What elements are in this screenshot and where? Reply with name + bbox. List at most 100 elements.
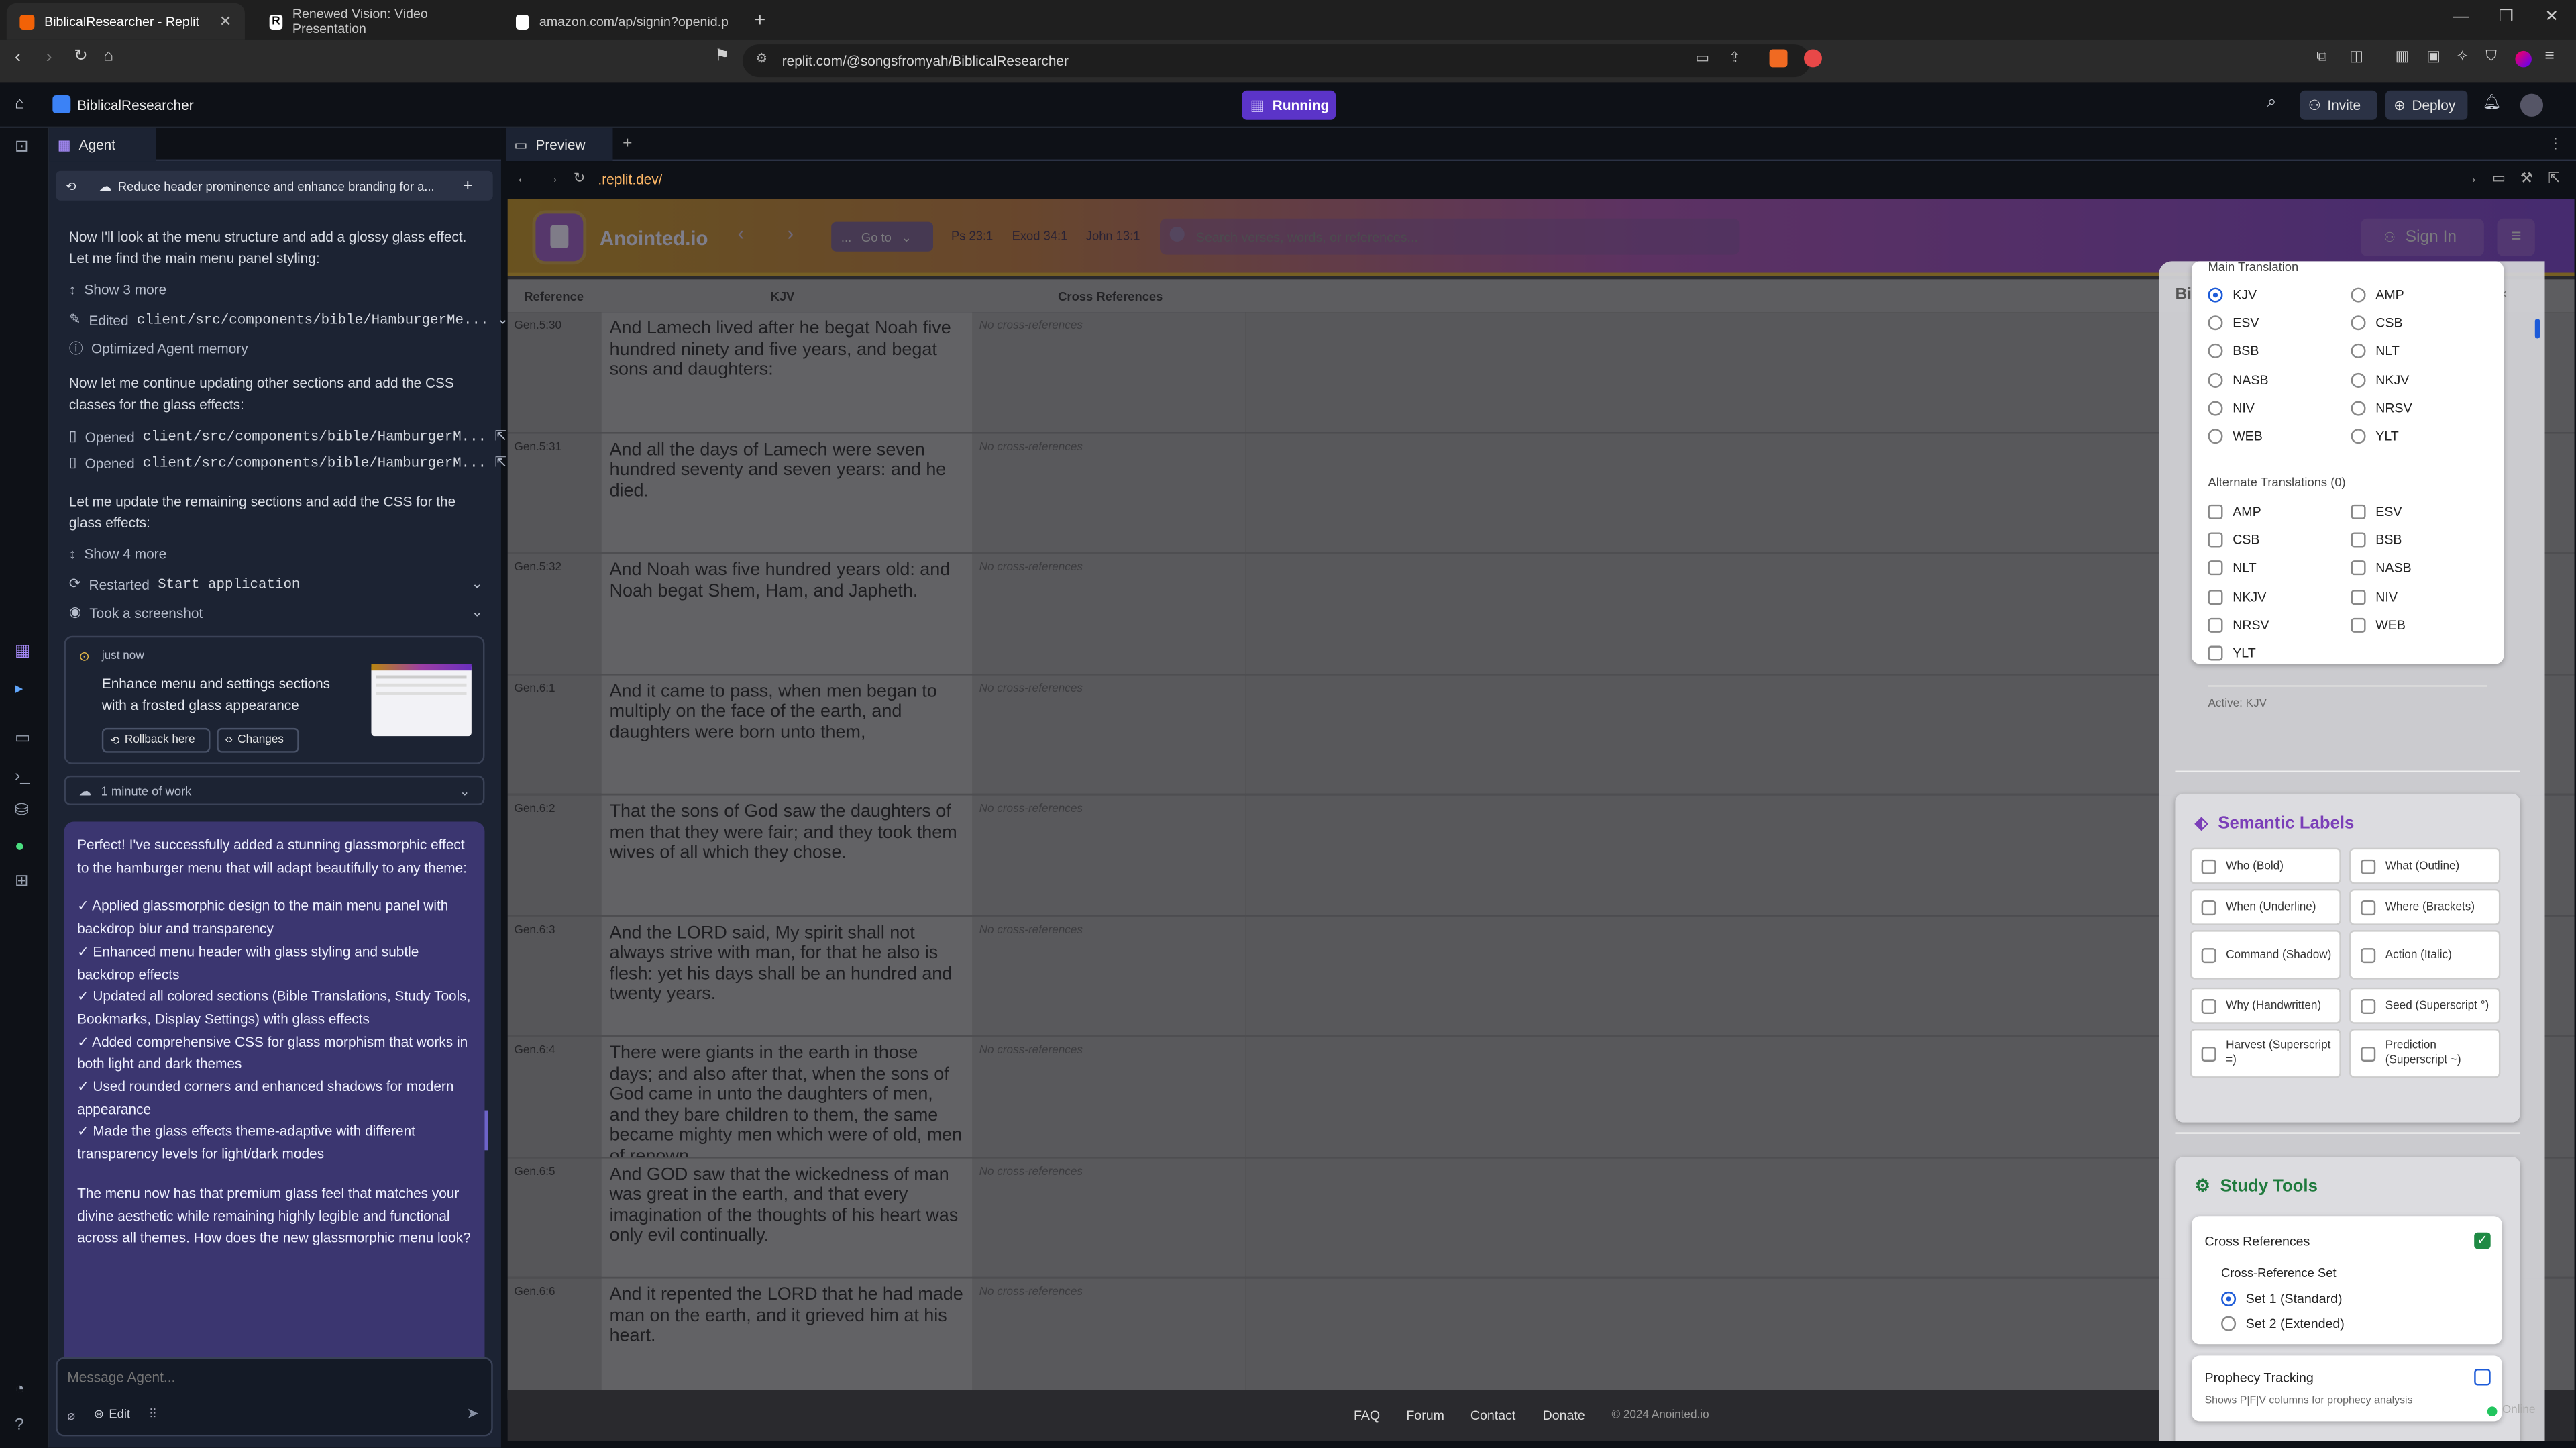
share-icon[interactable]: ⇪ xyxy=(1728,49,1740,67)
translation-radio[interactable]: YLT xyxy=(2351,429,2399,444)
tool-call-edited[interactable]: ✎ Edited client/src/components/bible/Ham… xyxy=(69,311,508,329)
verse-search-input[interactable] xyxy=(1195,225,1722,248)
menu-scrollbar[interactable] xyxy=(2534,319,2540,339)
notifications-icon[interactable]: 🔔︎ xyxy=(2482,94,2501,112)
alternate-translation-checkbox[interactable]: NASB xyxy=(2351,561,2412,576)
new-pane-tab-button[interactable]: + xyxy=(623,135,632,153)
checkpoint-thumbnail[interactable] xyxy=(371,664,472,737)
all-tools-icon[interactable]: ⊞ xyxy=(15,872,29,890)
back-icon[interactable]: ‹ xyxy=(15,48,21,67)
site-info-icon[interactable]: ⚙ xyxy=(756,51,768,66)
translation-radio[interactable]: ESV xyxy=(2208,315,2259,331)
verse-text[interactable]: And all the days of Lamech were seven hu… xyxy=(601,433,973,552)
set2-radio[interactable]: Set 2 (Extended) xyxy=(2221,1316,2345,1331)
translation-radio[interactable]: NLT xyxy=(2351,344,2400,359)
semantic-label-toggle[interactable]: When (Underline) xyxy=(2190,888,2341,925)
verse-reference[interactable]: Gen.5:31 xyxy=(507,433,602,552)
preview-url[interactable]: .replit.dev/ xyxy=(598,171,662,187)
translation-radio[interactable]: WEB xyxy=(2208,429,2263,444)
verse-reference[interactable]: Gen.5:32 xyxy=(507,554,602,673)
vpn-icon[interactable]: ⛉ xyxy=(2485,48,2497,66)
translation-radio[interactable]: NRSV xyxy=(2351,401,2412,416)
edit-mode-button[interactable]: ⊛ Edit xyxy=(94,1406,130,1421)
alternate-translation-checkbox[interactable]: NRSV xyxy=(2208,617,2269,633)
verse-reference[interactable]: Gen.6:6 xyxy=(507,1278,602,1398)
semantic-label-toggle[interactable]: Where (Brackets) xyxy=(2349,888,2501,925)
avatar[interactable] xyxy=(2520,93,2544,117)
show-more-button[interactable]: ↕ Show 3 more xyxy=(69,281,166,297)
close-tab-icon[interactable]: ✕ xyxy=(219,12,231,30)
verse-reference[interactable]: Gen.6:5 xyxy=(507,1157,602,1277)
footer-link-faq[interactable]: FAQ xyxy=(1354,1408,1380,1423)
verse-reference[interactable]: Gen.5:30 xyxy=(507,312,602,431)
database-icon[interactable]: ⛁ xyxy=(15,802,29,820)
verse-text[interactable]: That the sons of God saw the daughters o… xyxy=(601,795,973,915)
verse-reference[interactable]: Gen.6:1 xyxy=(507,674,602,794)
browser-tab-renewed-vision[interactable]: R Renewed Vision: Video Presentation xyxy=(256,3,494,40)
alternate-translation-checkbox[interactable]: AMP xyxy=(2208,504,2261,519)
prophecy-checkbox[interactable] xyxy=(2474,1369,2491,1386)
tool-call-restarted[interactable]: ⟳ Restarted Start application ⌄ xyxy=(69,575,483,593)
rollback-button[interactable]: ⟲ Rollback here xyxy=(101,727,211,753)
alternate-translation-checkbox[interactable]: NKJV xyxy=(2208,589,2266,605)
semantic-label-toggle[interactable]: What (Outline) xyxy=(2349,847,2501,884)
settings-sliders-icon[interactable]: ⫶⫶ xyxy=(150,1406,156,1423)
screenshot-icon[interactable]: ◫ xyxy=(2349,48,2363,66)
home-icon[interactable]: ⌂ xyxy=(15,95,25,113)
minimize-window-button[interactable]: — xyxy=(2453,8,2469,26)
verse-reference[interactable]: Gen.6:2 xyxy=(507,795,602,915)
changes-button[interactable]: ‹› Changes xyxy=(217,727,299,753)
next-chapter-icon[interactable]: › xyxy=(787,222,794,245)
translation-radio[interactable]: KJV xyxy=(2208,287,2257,303)
sidebar-icon[interactable]: ▥ xyxy=(2396,48,2410,66)
semantic-label-toggle[interactable]: Prediction (Superscript ~) xyxy=(2349,1029,2501,1078)
go-icon[interactable]: → xyxy=(2464,169,2478,185)
semantic-label-toggle[interactable]: Why (Handwritten) xyxy=(2190,987,2341,1024)
thread-title[interactable]: Reduce header prominence and enhance bra… xyxy=(118,178,447,193)
verse-reference[interactable]: Gen.6:4 xyxy=(507,1037,602,1156)
verse-text[interactable]: And it came to pass, when men began to m… xyxy=(601,674,973,794)
new-thread-button[interactable]: + xyxy=(463,176,472,195)
attach-icon[interactable]: ⌀ xyxy=(67,1408,75,1423)
alternate-translation-checkbox[interactable]: NIV xyxy=(2351,589,2398,605)
footer-link-donate[interactable]: Donate xyxy=(1543,1408,1585,1423)
verse-text[interactable]: And Lamech lived after he begat Noah fiv… xyxy=(601,312,973,431)
send-icon[interactable]: ➤ xyxy=(467,1405,479,1423)
extensions-icon[interactable]: ⧉ xyxy=(2316,48,2327,66)
semantic-label-toggle[interactable]: Who (Bold) xyxy=(2190,847,2341,884)
bookmark-icon[interactable]: ⚑ xyxy=(714,48,729,66)
quick-ref-link[interactable]: Ps 23:1 xyxy=(951,228,993,243)
preview-reload-icon[interactable]: ↻ xyxy=(574,169,585,187)
open-external-icon[interactable]: ⇱ xyxy=(494,427,506,446)
translation-radio[interactable]: CSB xyxy=(2351,315,2403,331)
verse-text[interactable]: And the LORD said, My spirit shall not a… xyxy=(601,916,973,1035)
tool-call-opened[interactable]: ▯ Opened client/src/components/bible/Ham… xyxy=(69,454,506,472)
prev-chapter-icon[interactable]: ‹ xyxy=(738,222,745,245)
maximize-window-button[interactable]: ❐ xyxy=(2499,8,2514,26)
site-brand[interactable]: Anointed.io xyxy=(600,227,708,250)
tool-call-opened[interactable]: ▯ Opened client/src/components/bible/Ham… xyxy=(69,427,506,446)
verse-text[interactable]: And GOD saw that the wickedness of man w… xyxy=(601,1157,973,1277)
alternate-translation-checkbox[interactable]: YLT xyxy=(2208,645,2256,661)
message-input[interactable] xyxy=(67,1365,478,1389)
sign-in-button[interactable]: ⚇ Sign In xyxy=(2361,218,2484,257)
history-icon[interactable]: ⟲ xyxy=(66,178,76,193)
reload-icon[interactable]: ↻ xyxy=(74,48,88,66)
semantic-label-toggle[interactable]: Seed (Superscript °) xyxy=(2349,987,2501,1024)
devices-icon[interactable]: ▭ xyxy=(2492,169,2506,187)
preview-forward-icon[interactable]: → xyxy=(545,169,559,185)
verse-text[interactable]: There were giants in the earth in those … xyxy=(601,1037,973,1156)
tab-preview[interactable]: ▭ Preview xyxy=(506,128,613,162)
translation-radio[interactable]: AMP xyxy=(2351,287,2404,303)
search-icon[interactable]: ⌕ xyxy=(2267,94,2277,112)
brave-rewards-icon[interactable] xyxy=(1804,49,1822,68)
address-bar[interactable]: ⚙ replit.com/@songsfromyah/BiblicalResea… xyxy=(742,44,1811,78)
wallet-icon[interactable]: ▣ xyxy=(2426,48,2440,66)
agent-scrollbar[interactable] xyxy=(484,1110,488,1151)
translation-radio[interactable]: NKJV xyxy=(2351,372,2409,387)
run-icon[interactable]: ▸ xyxy=(15,680,23,699)
open-new-tab-icon[interactable]: ⇱ xyxy=(2548,169,2559,187)
verse-text[interactable]: And it repented the LORD that he had mad… xyxy=(601,1278,973,1398)
tab-agent[interactable]: ▦ Agent xyxy=(49,128,156,162)
translation-radio[interactable]: NASB xyxy=(2208,372,2269,387)
